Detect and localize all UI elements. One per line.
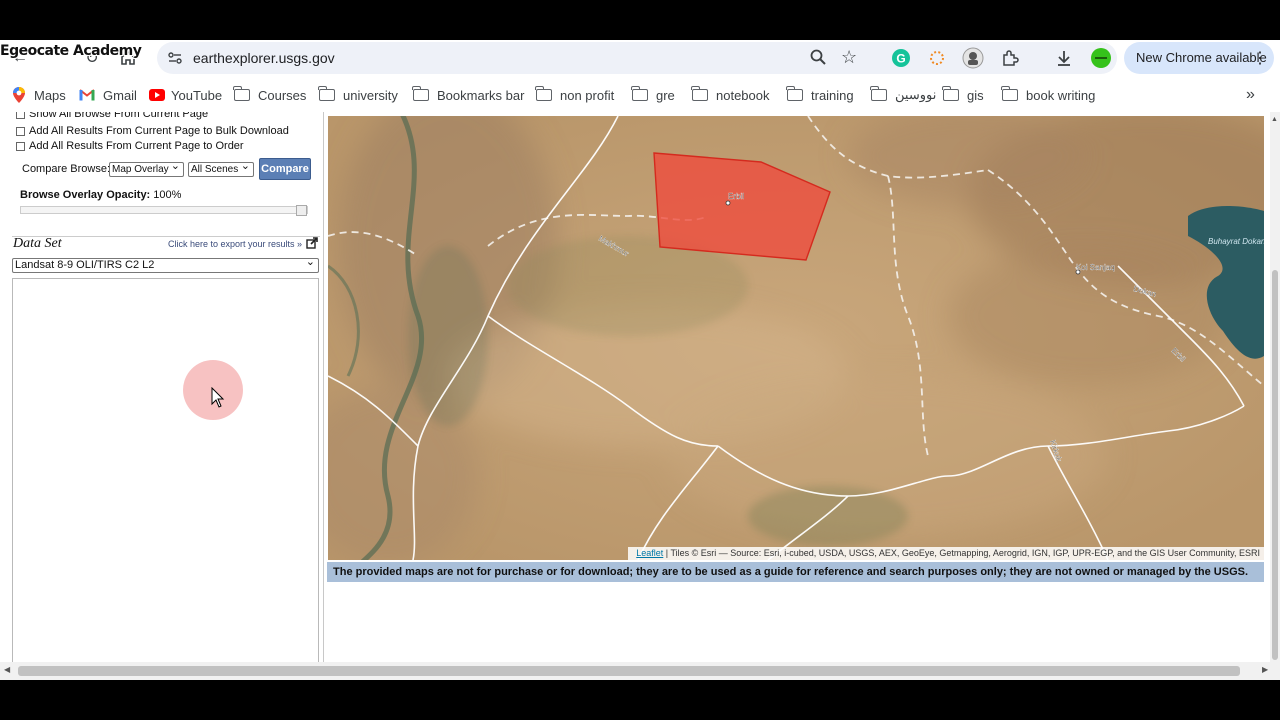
- loading-extension-icon[interactable]: [925, 46, 949, 70]
- checkbox[interactable]: [16, 141, 25, 151]
- download-icon[interactable]: [1052, 46, 1076, 70]
- bookmark-university[interactable]: university: [318, 85, 398, 105]
- bookmark-label: training: [811, 87, 854, 103]
- bookmark-book-writing[interactable]: book writing: [1001, 85, 1096, 105]
- channel-watermark: Egeocate Academy: [0, 43, 142, 59]
- bookmark-youtube[interactable]: YouTube: [149, 85, 222, 105]
- bookmark-non-profit[interactable]: non profit: [535, 85, 615, 105]
- compare-button[interactable]: Compare: [259, 158, 311, 180]
- folder-icon: [631, 86, 648, 101]
- bookmark-label: gis: [967, 87, 984, 103]
- search-results-panel: Show All Browse From Current Page Add Al…: [0, 112, 324, 662]
- attribution-text: | Tiles © Esri — Source: Esri, i-cubed, …: [663, 548, 1260, 558]
- folder-icon: [691, 86, 708, 101]
- dataset-select[interactable]: Landsat 8-9 OLI/TIRS C2 L2: [12, 256, 319, 273]
- add-bulk-option[interactable]: Add All Results From Current Page to Bul…: [16, 125, 289, 137]
- zoom-icon[interactable]: [809, 48, 827, 71]
- results-list[interactable]: [12, 278, 319, 662]
- mouse-cursor-icon: [211, 387, 225, 408]
- opacity-row: Browse Overlay Opacity: 100%: [20, 189, 181, 201]
- show-all-browse-option[interactable]: Show All Browse From Current Page: [16, 112, 208, 120]
- bookmark-label: نووسین: [895, 87, 937, 102]
- folder-icon: [535, 86, 552, 101]
- opacity-label: Browse Overlay Opacity:: [20, 189, 151, 201]
- site-info-icon[interactable]: [167, 50, 183, 71]
- bookmark-maps[interactable]: Maps: [12, 85, 66, 105]
- bookmark-gis[interactable]: gis: [942, 85, 984, 105]
- bookmark-label: non profit: [560, 87, 615, 103]
- bookmark-label: Gmail: [103, 87, 137, 103]
- maps-pin-icon: [13, 87, 25, 103]
- bookmark-label: book writing: [1026, 87, 1096, 103]
- folder-icon: [412, 86, 429, 101]
- leaflet-link[interactable]: Leaflet: [636, 548, 663, 558]
- horizontal-scrollbar-thumb[interactable]: [18, 666, 1240, 676]
- opacity-value: 100%: [153, 189, 182, 201]
- folder-icon: [1001, 86, 1018, 101]
- add-order-option[interactable]: Add All Results From Current Page to Ord…: [16, 140, 244, 152]
- vertical-scrollbar-thumb[interactable]: [1272, 270, 1278, 660]
- compare-mode-select[interactable]: Map Overlay: [109, 160, 184, 177]
- bookmark-label: Bookmarks bar: [437, 87, 525, 103]
- map-disclaimer: The provided maps are not for purchase o…: [327, 562, 1264, 582]
- bookmark-label: notebook: [716, 87, 770, 103]
- scroll-left-arrow[interactable]: ◀: [4, 665, 10, 674]
- option-label: Add All Results From Current Page to Bul…: [29, 125, 289, 137]
- opacity-slider-handle[interactable]: [296, 205, 307, 216]
- bookmark-label: Maps: [34, 87, 66, 103]
- bookmarks-overflow-icon[interactable]: »: [1246, 85, 1255, 105]
- profile-extension-icon[interactable]: [961, 46, 985, 70]
- bookmark-training[interactable]: training: [786, 85, 854, 105]
- map-view[interactable]: Erbil Makhmur Koi Sanjaq Dokan Buhayrat …: [328, 116, 1264, 560]
- map-attribution: Leaflet | Tiles © Esri — Source: Esri, i…: [628, 547, 1264, 560]
- bookmark-notebook[interactable]: notebook: [691, 85, 770, 105]
- svg-text:G: G: [896, 52, 905, 66]
- folder-icon: [233, 86, 250, 101]
- bookmark-gre[interactable]: gre: [631, 85, 675, 105]
- bookmark-label: Courses: [258, 87, 307, 103]
- map-place-label: Koi Sanjaq: [1076, 263, 1115, 272]
- grammarly-icon[interactable]: G: [889, 46, 913, 70]
- screen: Egeocate Academy ← ↻ earthexplorer.usgs.…: [0, 0, 1280, 720]
- folder-icon: [870, 86, 887, 101]
- map-water-label: Buhayrat Dokan: [1208, 237, 1264, 246]
- profile-avatar[interactable]: [1089, 46, 1113, 70]
- folder-icon: [786, 86, 803, 101]
- checkbox[interactable]: [16, 126, 25, 136]
- bookmark-courses[interactable]: Courses: [233, 85, 307, 105]
- url-text: earthexplorer.usgs.gov: [193, 50, 335, 66]
- bookmarks-bar: Maps Gmail YouTube Courses university Bo…: [0, 76, 1280, 112]
- browser-toolbar: Egeocate Academy ← ↻ earthexplorer.usgs.…: [0, 40, 1280, 76]
- bookmark-label: YouTube: [171, 87, 223, 103]
- export-results-link[interactable]: Click here to export your results »: [168, 239, 302, 249]
- folder-icon: [942, 86, 959, 101]
- compare-browse-label: Compare Browse:: [22, 163, 111, 175]
- youtube-icon: [149, 89, 165, 101]
- opacity-slider[interactable]: [20, 205, 308, 216]
- update-chip-label: New Chrome available: [1136, 50, 1267, 65]
- scroll-right-arrow[interactable]: ▶: [1262, 665, 1268, 674]
- dataset-heading: Data Set: [13, 236, 62, 251]
- bookmark-gmail[interactable]: Gmail: [79, 85, 137, 105]
- bookmark-label: university: [343, 87, 398, 103]
- export-icon[interactable]: [306, 237, 318, 252]
- gmail-icon: [79, 89, 95, 101]
- checkbox[interactable]: [16, 112, 25, 119]
- compare-scenes-select[interactable]: All Scenes: [188, 160, 254, 177]
- map-place-label: Erbil: [728, 192, 744, 201]
- bookmark-star-icon[interactable]: ☆: [841, 47, 857, 68]
- chrome-update-chip[interactable]: New Chrome available ⋮: [1124, 42, 1274, 74]
- scroll-up-arrow[interactable]: ▲: [1271, 116, 1278, 123]
- folder-icon: [318, 86, 335, 101]
- more-menu-icon[interactable]: ⋮: [1252, 48, 1268, 68]
- option-label: Add All Results From Current Page to Ord…: [29, 140, 244, 152]
- bookmark-nusin[interactable]: نووسین: [870, 85, 937, 105]
- bookmark-label: gre: [656, 87, 675, 103]
- option-label: Show All Browse From Current Page: [29, 112, 209, 120]
- bookmark-bookmarks-bar[interactable]: Bookmarks bar: [412, 85, 525, 105]
- extensions-puzzle-icon[interactable]: [998, 46, 1022, 70]
- horizontal-scrollbar[interactable]: ◀ ▶: [0, 662, 1280, 680]
- erbil-point: [725, 200, 731, 206]
